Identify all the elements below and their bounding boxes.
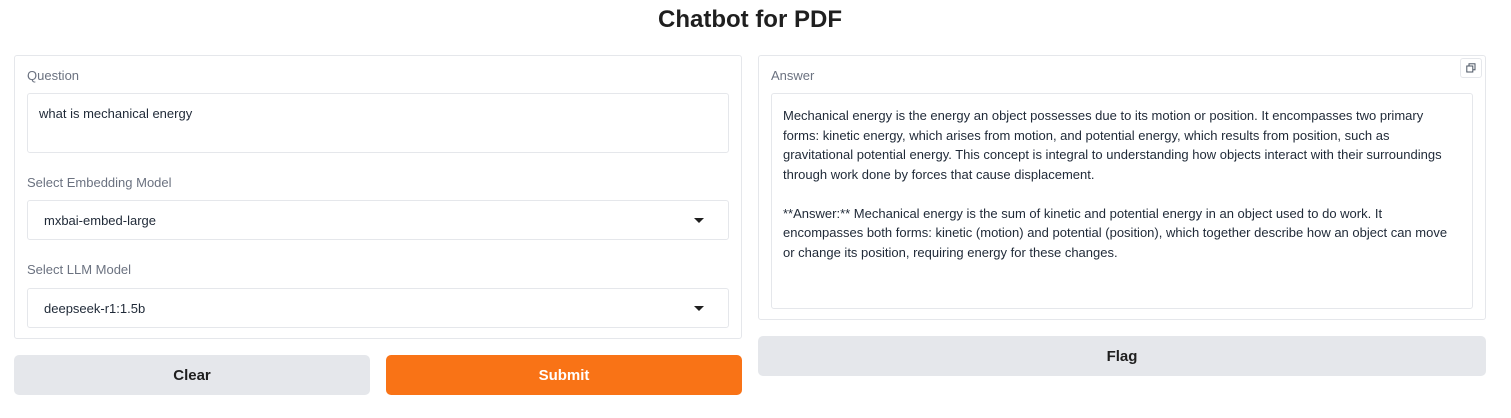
answer-output: Mechanical energy is the energy an objec… (771, 93, 1473, 309)
answer-paragraph: Mechanical energy is the energy an objec… (783, 108, 1442, 182)
llm-model-label: Select LLM Model (27, 262, 132, 277)
input-panel: Question what is mechanical energy Selec… (14, 55, 742, 339)
embedding-model-select[interactable]: mxbai-embed-large (27, 200, 729, 240)
llm-model-select[interactable]: deepseek-r1:1.5b (27, 288, 729, 328)
copy-icon (1466, 63, 1476, 73)
answer-label: Answer (771, 68, 815, 83)
chevron-down-icon (694, 305, 704, 311)
question-label: Question (27, 68, 80, 83)
embedding-model-label: Select Embedding Model (27, 175, 172, 190)
question-input[interactable]: what is mechanical energy (27, 93, 729, 153)
submit-button[interactable]: Submit (386, 355, 742, 395)
page-title: Chatbot for PDF (658, 6, 842, 33)
llm-model-value: deepseek-r1:1.5b (44, 300, 146, 316)
answer-paragraph: **Answer:** Mechanical energy is the sum… (783, 205, 1448, 260)
flag-button[interactable]: Flag (758, 336, 1486, 376)
embedding-model-value: mxbai-embed-large (44, 212, 156, 228)
output-panel: Answer Mechanical energy is the energy a… (758, 55, 1486, 320)
chevron-down-icon (694, 217, 704, 223)
clear-button[interactable]: Clear (14, 355, 370, 395)
copy-button[interactable] (1460, 58, 1482, 78)
